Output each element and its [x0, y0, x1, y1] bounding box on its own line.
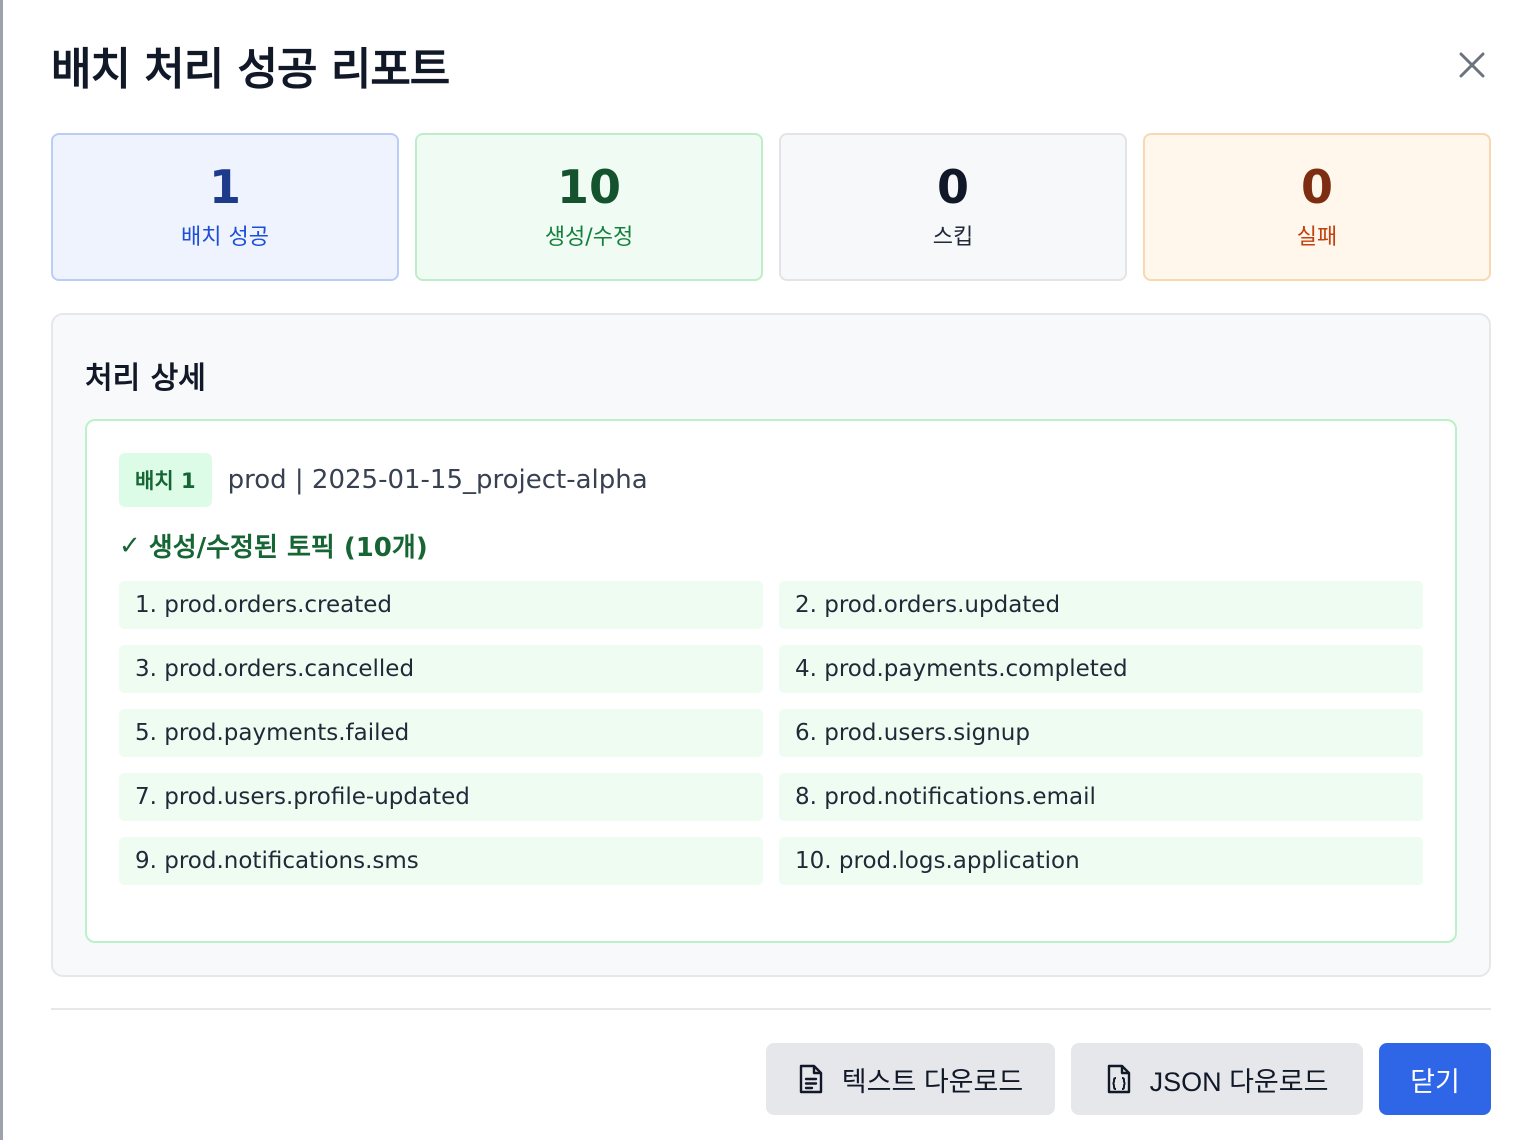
stat-skipped: 0 스킵 — [779, 133, 1127, 281]
details-panel: 처리 상세 배치 1 prod | 2025-01-15_project-alp… — [51, 313, 1491, 977]
close-button[interactable] — [1452, 45, 1492, 85]
close-icon — [1459, 52, 1485, 78]
stat-created-updated: 10 생성/수정 — [415, 133, 763, 281]
topic-item: 4. prod.payments.completed — [779, 645, 1423, 693]
stat-label: 스킵 — [932, 225, 974, 251]
topic-item: 10. prod.logs.application — [779, 837, 1423, 885]
topic-item: 8. prod.notifications.email — [779, 773, 1423, 821]
topic-item: 3. prod.orders.cancelled — [119, 645, 763, 693]
topic-list: 1. prod.orders.created 2. prod.orders.up… — [119, 581, 1425, 885]
topics-section-title: ✓ 생성/수정된 토픽 (10개) — [119, 527, 428, 564]
footer-divider — [51, 1008, 1491, 1010]
batch-card: 배치 1 prod | 2025-01-15_project-alpha ✓ 생… — [85, 419, 1457, 943]
stat-label: 배치 성공 — [181, 225, 269, 251]
file-json-icon — [1106, 1064, 1132, 1094]
stat-label: 생성/수정 — [544, 225, 634, 251]
modal-title: 배치 처리 성공 리포트 — [51, 44, 450, 95]
batch-report-modal: 배치 처리 성공 리포트 1 배치 성공 10 생성/수정 0 스킵 0 실패 … — [3, 0, 1540, 1140]
stat-batch-success: 1 배치 성공 — [51, 133, 399, 281]
stat-value: 1 — [208, 159, 241, 214]
batch-badge: 배치 1 — [119, 453, 212, 507]
json-download-label: JSON 다운로드 — [1149, 1066, 1329, 1097]
topic-item: 1. prod.orders.created — [119, 581, 763, 629]
stat-failed: 0 실패 — [1143, 133, 1491, 281]
topics-section-label: 생성/수정된 토픽 (10개) — [148, 533, 428, 563]
batch-header: 배치 1 prod | 2025-01-15_project-alpha — [119, 453, 648, 507]
text-download-label: 텍스트 다운로드 — [841, 1066, 1024, 1097]
text-download-button[interactable]: 텍스트 다운로드 — [766, 1043, 1055, 1115]
topic-item: 9. prod.notifications.sms — [119, 837, 763, 885]
file-text-icon — [798, 1064, 824, 1094]
details-title: 처리 상세 — [85, 361, 206, 396]
topic-item: 2. prod.orders.updated — [779, 581, 1423, 629]
json-download-button[interactable]: JSON 다운로드 — [1071, 1043, 1363, 1115]
check-icon: ✓ — [119, 530, 141, 561]
close-dialog-button[interactable]: 닫기 — [1379, 1043, 1491, 1115]
topic-item: 5. prod.payments.failed — [119, 709, 763, 757]
summary-stats: 1 배치 성공 10 생성/수정 0 스킵 0 실패 — [51, 133, 1491, 281]
modal-header: 배치 처리 성공 리포트 — [51, 30, 1492, 100]
stat-value: 0 — [1300, 159, 1333, 214]
batch-info: prod | 2025-01-15_project-alpha — [227, 465, 648, 495]
topic-item: 7. prod.users.profile-updated — [119, 773, 763, 821]
stat-label: 실패 — [1296, 225, 1338, 251]
topic-item: 6. prod.users.signup — [779, 709, 1423, 757]
modal-footer: 텍스트 다운로드 JSON 다운로드 닫기 — [766, 1043, 1491, 1115]
stat-value: 0 — [936, 159, 969, 214]
stat-value: 10 — [556, 159, 621, 214]
